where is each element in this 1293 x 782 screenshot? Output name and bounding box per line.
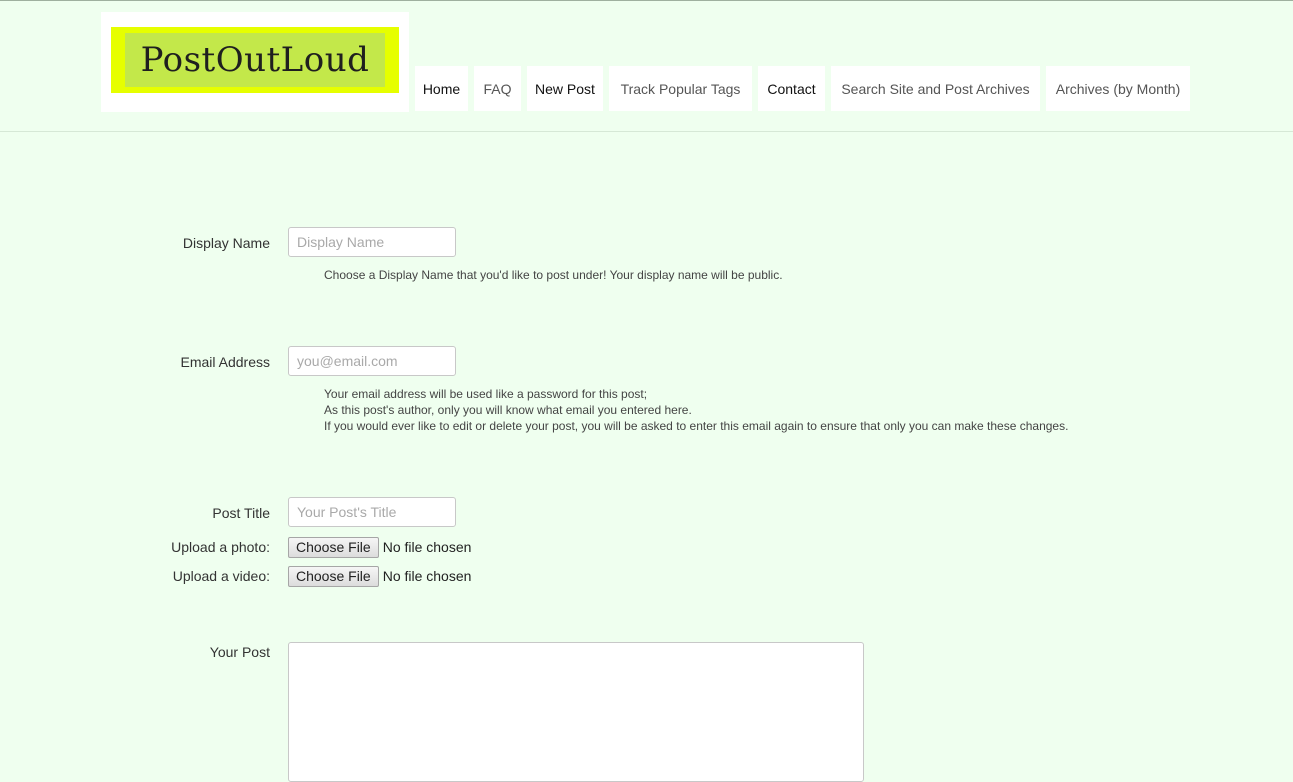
email-label: Email Address: [180, 354, 270, 370]
nav-search-archives[interactable]: Search Site and Post Archives: [831, 66, 1040, 111]
upload-video-label: Upload a video:: [172, 568, 270, 584]
display-name-help: Choose a Display Name that you'd like to…: [324, 268, 783, 282]
post-title-label: Post Title: [212, 505, 270, 521]
choose-video-button[interactable]: Choose File: [288, 565, 379, 587]
nav-archives-by-month[interactable]: Archives (by Month): [1046, 66, 1190, 111]
post-body-label: Your Post: [209, 644, 270, 660]
logo-text: PostOutLoud: [125, 33, 385, 87]
nav-faq[interactable]: FAQ: [474, 66, 521, 111]
email-help-line: If you would ever like to edit or delete…: [324, 419, 1069, 433]
photo-file-input: Choose File No file chosen: [288, 536, 471, 558]
display-name-input[interactable]: [288, 227, 456, 257]
upload-photo-label: Upload a photo:: [171, 539, 270, 555]
post-title-input[interactable]: [288, 497, 456, 527]
choose-photo-button[interactable]: Choose File: [288, 536, 379, 558]
email-input[interactable]: [288, 346, 456, 376]
video-file-input: Choose File No file chosen: [288, 565, 471, 587]
email-help: Your email address will be used like a p…: [324, 386, 1068, 434]
site-logo[interactable]: PostOutLoud: [101, 12, 409, 112]
post-body-textarea[interactable]: [288, 642, 864, 782]
logo-frame: PostOutLoud: [111, 27, 399, 93]
display-name-label: Display Name: [182, 235, 270, 251]
video-file-status: No file chosen: [382, 568, 472, 584]
email-help-line: As this post's author, only you will kno…: [324, 403, 692, 417]
email-help-line: Your email address will be used like a p…: [324, 387, 648, 401]
nav-new-post[interactable]: New Post: [527, 66, 603, 111]
nav-home[interactable]: Home: [415, 66, 468, 111]
nav-contact[interactable]: Contact: [758, 66, 825, 111]
site-header: PostOutLoud Home FAQ New Post Track Popu…: [0, 1, 1293, 132]
nav-track-popular-tags[interactable]: Track Popular Tags: [609, 66, 752, 111]
photo-file-status: No file chosen: [382, 539, 472, 555]
